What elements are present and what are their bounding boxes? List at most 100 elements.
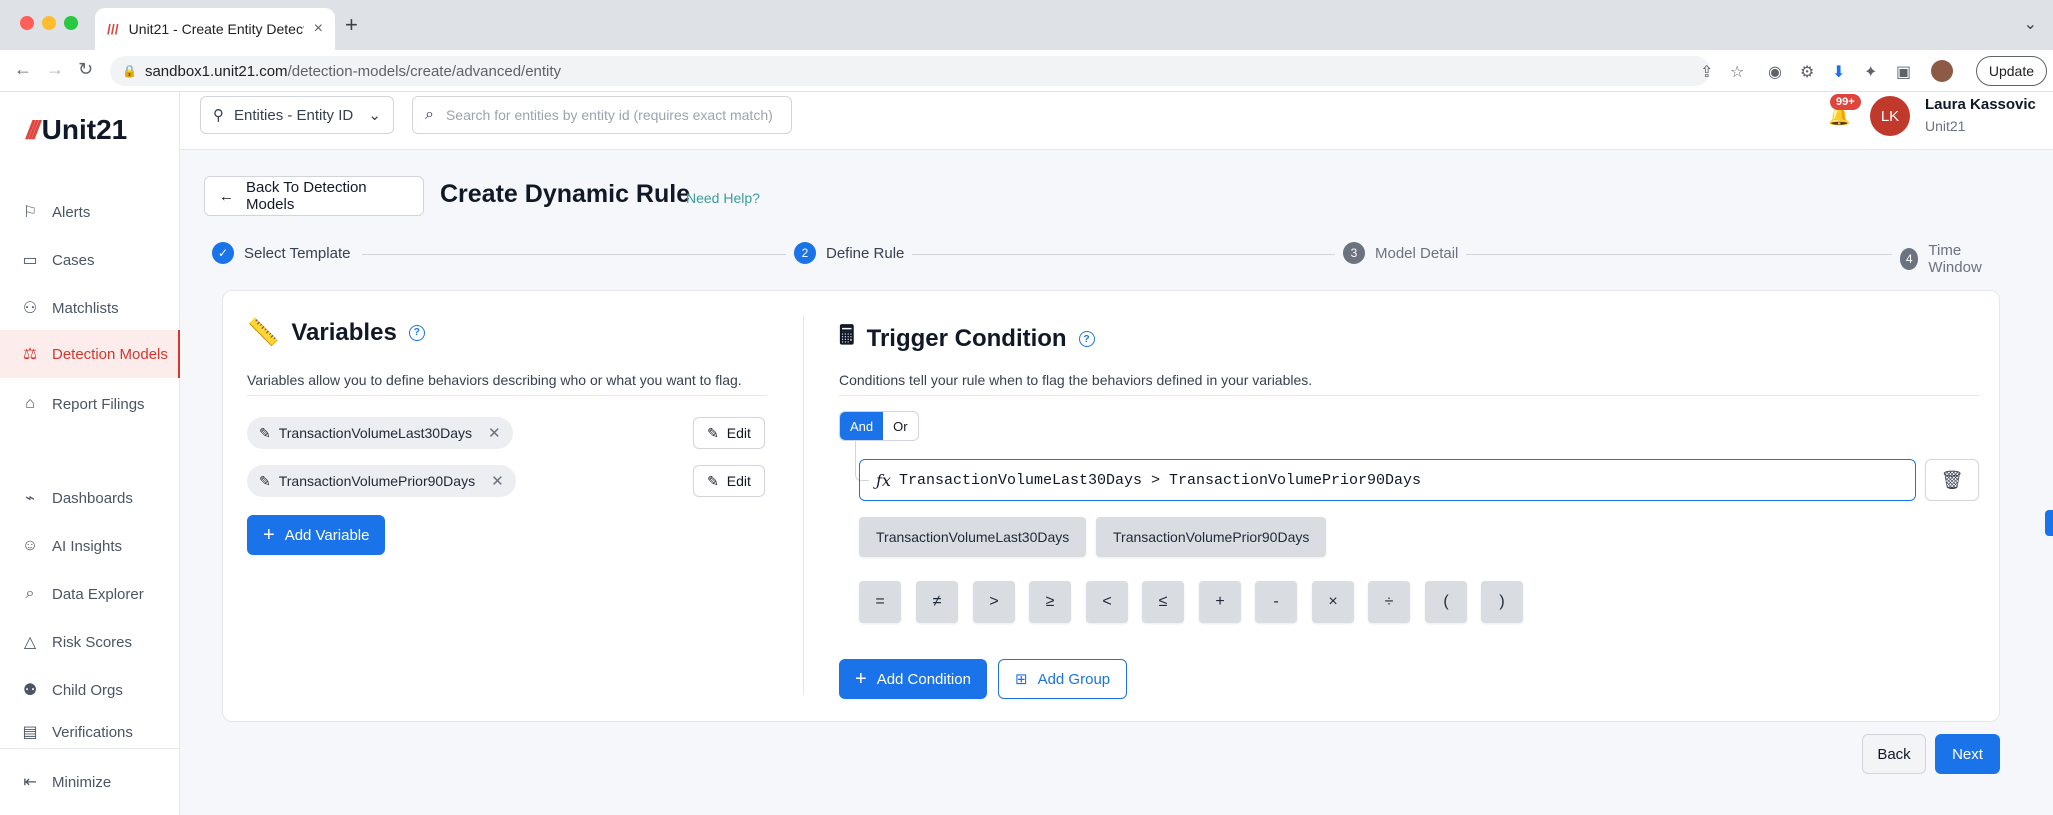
user-x-icon: ⚇ bbox=[22, 300, 38, 317]
profile-avatar[interactable] bbox=[1931, 60, 1953, 82]
operator-less-button[interactable]: < bbox=[1086, 581, 1128, 623]
sidebar-item-alerts[interactable]: ⚐ Alerts bbox=[0, 189, 180, 235]
back-arrow-icon[interactable]: ← bbox=[14, 59, 32, 80]
unit21-logo[interactable]: /// Unit21 bbox=[26, 114, 127, 146]
sidebar: /// Unit21 ⚐ Alerts ▭ Cases ⚇ Matchlists… bbox=[0, 92, 180, 815]
sidebar-item-dashboards[interactable]: ⌁ Dashboards bbox=[0, 475, 180, 521]
help-icon[interactable]: ? bbox=[408, 324, 425, 341]
help-icon[interactable]: ? bbox=[1078, 331, 1095, 347]
or-option[interactable]: Or bbox=[883, 412, 917, 440]
maximize-window-button[interactable] bbox=[64, 16, 78, 30]
share-icon[interactable]: ⇪ bbox=[1700, 62, 1713, 82]
operator-not-equal-button[interactable]: ≠ bbox=[916, 581, 958, 623]
step-define-rule[interactable]: 2 Define Rule bbox=[786, 242, 913, 264]
operator-plus-button[interactable]: + bbox=[1199, 581, 1241, 623]
extension-icon[interactable]: ◉ bbox=[1768, 62, 1782, 82]
chart-line-icon: ⌁ bbox=[25, 490, 35, 507]
ruler-icon: ✎ bbox=[259, 472, 271, 489]
user-name[interactable]: Laura Kassovic bbox=[1925, 96, 2036, 113]
edit-label: Edit bbox=[726, 425, 751, 441]
sidebar-item-detection-models[interactable]: ⚖ Detection Models bbox=[0, 330, 180, 378]
minimize-sidebar-button[interactable]: ⇤ Minimize bbox=[0, 759, 180, 805]
condition-formula-input[interactable]: ƒx TransactionVolumeLast30Days > Transac… bbox=[859, 459, 1916, 501]
next-button[interactable]: Next bbox=[1935, 734, 2000, 774]
back-to-detection-models-button[interactable]: ← Back To Detection Models bbox=[204, 176, 424, 216]
sidebar-item-matchlists[interactable]: ⚇ Matchlists bbox=[0, 285, 180, 331]
step-label: Time Window bbox=[1928, 242, 1982, 276]
entity-search-input[interactable] bbox=[445, 107, 776, 123]
entity-type-selector[interactable]: ⚲ Entities - Entity ID ⌄ bbox=[200, 96, 394, 134]
operator-divide-button[interactable]: ÷ bbox=[1368, 581, 1410, 623]
sidebar-item-risk-scores[interactable]: △ Risk Scores bbox=[0, 619, 180, 665]
close-paren-button[interactable]: ) bbox=[1481, 581, 1523, 623]
trigger-title: Trigger Condition bbox=[866, 325, 1067, 352]
step-select-template[interactable]: ✓ Select Template bbox=[212, 242, 359, 264]
variables-description: Variables allow you to define behaviors … bbox=[247, 372, 742, 388]
add-variable-button[interactable]: + Add Variable bbox=[247, 515, 386, 555]
sidebar-item-child-orgs[interactable]: ⚉ Child Orgs bbox=[0, 667, 180, 713]
close-icon[interactable]: ✕ bbox=[488, 424, 501, 442]
add-group-button[interactable]: ⊞ Add Group bbox=[998, 659, 1128, 699]
insert-variable-button[interactable]: TransactionVolumeLast30Days bbox=[859, 517, 1087, 557]
operator-less-equal-button[interactable]: ≤ bbox=[1142, 581, 1184, 623]
trash-icon: 🗑 bbox=[1940, 469, 1964, 490]
browser-tab[interactable]: /// Unit21 - Create Entity Detectio × bbox=[95, 8, 335, 50]
update-button[interactable]: Update bbox=[1975, 56, 2047, 86]
forward-arrow-icon[interactable]: → bbox=[46, 59, 64, 80]
sidebar-item-report-filings[interactable]: ⌂ Report Filings bbox=[0, 381, 180, 427]
sidebar-item-ai-insights[interactable]: ☺ AI Insights bbox=[0, 523, 180, 569]
operator-greater-equal-button[interactable]: ≥ bbox=[1029, 581, 1071, 623]
variable-chip[interactable]: ✎ TransactionVolumeLast30Days ✕ bbox=[247, 417, 513, 449]
puzzle-icon[interactable]: ✦ bbox=[1864, 62, 1877, 82]
trigger-condition-heading: 🖩 Trigger Condition ? bbox=[839, 317, 1095, 361]
sidebar-item-label: AI Insights bbox=[52, 537, 123, 555]
sidebar-item-label: Verifications bbox=[52, 723, 133, 741]
user-avatar[interactable]: LK bbox=[1870, 96, 1910, 136]
need-help-link[interactable]: Need Help? bbox=[686, 190, 760, 206]
sidebar-item-label: Data Explorer bbox=[52, 585, 144, 603]
side-drawer-handle[interactable] bbox=[2045, 510, 2053, 536]
url-host: sandbox1.unit21.com bbox=[144, 62, 288, 80]
step-time-window[interactable]: 4 Time Window bbox=[1892, 242, 2012, 276]
tab-list-chevron-icon[interactable]: ⌄ bbox=[2024, 14, 2037, 34]
edit-variable-button[interactable]: ✎ Edit bbox=[693, 417, 765, 449]
sidebar-item-verifications[interactable]: ▤ Verifications bbox=[0, 715, 180, 749]
operator-minus-button[interactable]: - bbox=[1255, 581, 1297, 623]
main-content: ← Back To Detection Models Create Dynami… bbox=[180, 150, 2053, 815]
operator-equals-button[interactable]: = bbox=[859, 581, 901, 623]
minimize-window-button[interactable] bbox=[42, 16, 56, 30]
search-icon: ⌕ bbox=[425, 106, 434, 123]
close-window-button[interactable] bbox=[20, 16, 34, 30]
download-icon[interactable]: ⬇ bbox=[1832, 62, 1845, 82]
add-condition-button[interactable]: + Add Condition bbox=[839, 659, 987, 699]
address-bar[interactable]: 🔒 sandbox1.unit21.com/detection-models/c… bbox=[110, 56, 1710, 86]
reload-icon[interactable]: ↻ bbox=[78, 59, 93, 80]
variable-chip[interactable]: ✎ TransactionVolumePrior90Days ✕ bbox=[247, 465, 516, 497]
back-button[interactable]: Back bbox=[1862, 734, 1926, 774]
edit-variable-button[interactable]: ✎ Edit bbox=[693, 465, 765, 497]
close-icon[interactable]: ✕ bbox=[491, 472, 504, 490]
sidebar-item-cases[interactable]: ▭ Cases bbox=[0, 237, 180, 283]
operator-greater-button[interactable]: > bbox=[973, 581, 1015, 623]
pencil-icon: ✎ bbox=[707, 472, 719, 489]
sidebar-divider bbox=[0, 748, 180, 749]
function-icon: ƒx bbox=[876, 470, 891, 490]
bookmark-star-icon[interactable]: ☆ bbox=[1730, 62, 1744, 82]
step-model-detail[interactable]: 3 Model Detail bbox=[1335, 242, 1467, 264]
and-option[interactable]: And bbox=[840, 412, 884, 440]
operator-multiply-button[interactable]: × bbox=[1312, 581, 1354, 623]
notifications-badge: 99+ bbox=[1830, 94, 1861, 110]
trigger-description: Conditions tell your rule when to flag t… bbox=[839, 372, 1313, 388]
new-tab-icon[interactable]: + bbox=[345, 12, 358, 38]
delete-condition-button[interactable]: 🗑 bbox=[1925, 459, 1979, 501]
sidebar-item-data-explorer[interactable]: ⌕ Data Explorer bbox=[0, 571, 180, 617]
check-icon: ✓ bbox=[212, 242, 234, 264]
step-label: Define Rule bbox=[826, 244, 905, 262]
gear-extension-icon[interactable]: ⚙ bbox=[1800, 62, 1814, 82]
open-paren-button[interactable]: ( bbox=[1425, 581, 1467, 623]
stepper: ✓ Select Template 2 Define Rule 3 Model … bbox=[212, 242, 2012, 276]
sidepanel-icon[interactable]: ▣ bbox=[1896, 62, 1911, 82]
close-tab-icon[interactable]: × bbox=[314, 20, 323, 38]
insert-variable-button[interactable]: TransactionVolumePrior90Days bbox=[1096, 517, 1327, 557]
collapse-left-icon: ⇤ bbox=[23, 774, 37, 791]
